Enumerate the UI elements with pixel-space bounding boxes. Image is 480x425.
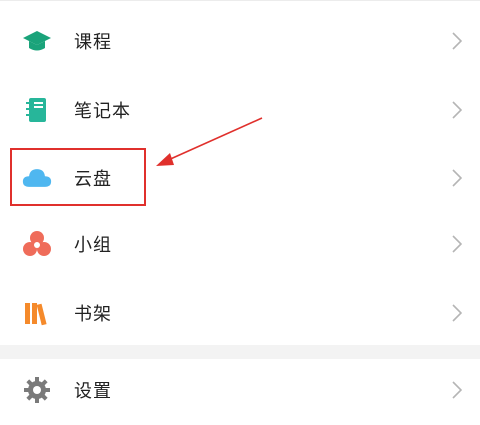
annotation-arrow-icon [156, 117, 263, 166]
